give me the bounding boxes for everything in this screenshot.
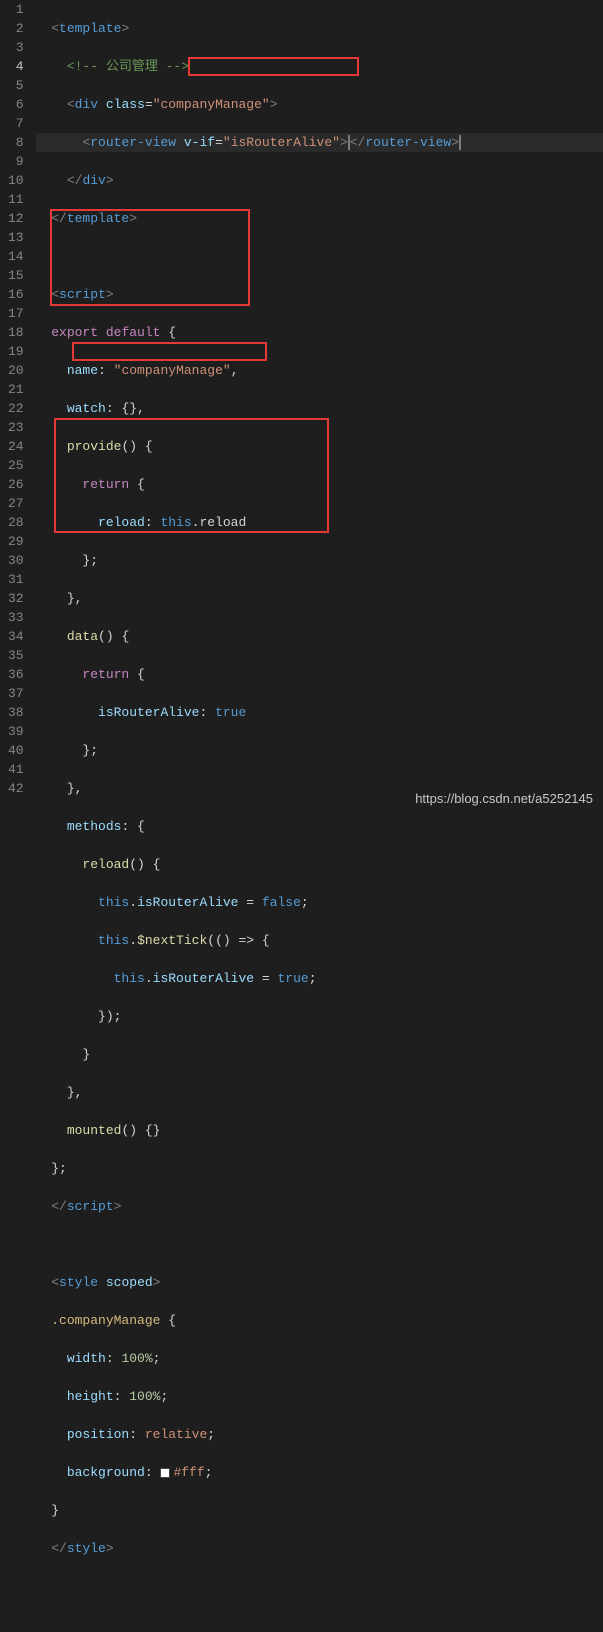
code-line[interactable]: } [36, 1045, 603, 1064]
line-number: 28 [8, 513, 24, 532]
color-swatch-icon [160, 1468, 170, 1478]
code-line[interactable]: }; [36, 551, 603, 570]
code-line[interactable]: reload() { [36, 855, 603, 874]
line-number: 41 [8, 760, 24, 779]
line-number: 35 [8, 646, 24, 665]
line-number: 15 [8, 266, 24, 285]
line-number: 39 [8, 722, 24, 741]
code-line[interactable] [36, 247, 603, 266]
code-line[interactable]: methods: { [36, 817, 603, 836]
code-line[interactable]: this.isRouterAlive = false; [36, 893, 603, 912]
line-number: 23 [8, 418, 24, 437]
code-area[interactable]: <template> <!-- 公司管理 --> <div class="com… [36, 0, 603, 816]
line-number: 32 [8, 589, 24, 608]
code-line[interactable]: width: 100%; [36, 1349, 603, 1368]
code-line[interactable]: mounted() {} [36, 1121, 603, 1140]
line-number: 12 [8, 209, 24, 228]
line-number: 17 [8, 304, 24, 323]
code-line[interactable] [36, 1235, 603, 1254]
code-line[interactable]: <div class="companyManage"> [36, 95, 603, 114]
line-number: 19 [8, 342, 24, 361]
code-line[interactable]: provide() { [36, 437, 603, 456]
code-line[interactable]: export default { [36, 323, 603, 342]
line-number: 31 [8, 570, 24, 589]
line-number: 29 [8, 532, 24, 551]
code-line[interactable]: </script> [36, 1197, 603, 1216]
line-number: 33 [8, 608, 24, 627]
code-line[interactable]: position: relative; [36, 1425, 603, 1444]
code-line[interactable]: isRouterAlive: true [36, 703, 603, 722]
line-number: 8 [8, 133, 24, 152]
line-number: 36 [8, 665, 24, 684]
line-number: 42 [8, 779, 24, 798]
line-number: 13 [8, 228, 24, 247]
cursor [459, 135, 461, 150]
line-number: 30 [8, 551, 24, 570]
line-number: 34 [8, 627, 24, 646]
line-number: 4 [8, 57, 24, 76]
code-line[interactable]: watch: {}, [36, 399, 603, 418]
code-line[interactable]: return { [36, 665, 603, 684]
line-number: 5 [8, 76, 24, 95]
line-number: 27 [8, 494, 24, 513]
code-line[interactable]: }; [36, 741, 603, 760]
code-editor[interactable]: 1234567891011121314151617181920212223242… [0, 0, 603, 816]
line-number: 2 [8, 19, 24, 38]
line-number: 38 [8, 703, 24, 722]
line-number: 25 [8, 456, 24, 475]
code-line[interactable]: }); [36, 1007, 603, 1026]
highlight-box [72, 342, 267, 361]
line-number: 14 [8, 247, 24, 266]
code-line[interactable]: this.isRouterAlive = true; [36, 969, 603, 988]
code-line[interactable]: <style scoped> [36, 1273, 603, 1292]
line-number-gutter: 1234567891011121314151617181920212223242… [0, 0, 36, 816]
line-number: 11 [8, 190, 24, 209]
line-number: 3 [8, 38, 24, 57]
line-number: 20 [8, 361, 24, 380]
line-number: 21 [8, 380, 24, 399]
code-line[interactable] [36, 1577, 603, 1596]
code-line[interactable]: .companyManage { [36, 1311, 603, 1330]
line-number: 10 [8, 171, 24, 190]
line-number: 18 [8, 323, 24, 342]
code-line[interactable]: </template> [36, 209, 603, 228]
code-line[interactable]: <script> [36, 285, 603, 304]
line-number: 1 [8, 0, 24, 19]
code-line[interactable]: return { [36, 475, 603, 494]
line-number: 22 [8, 399, 24, 418]
code-line[interactable]: </div> [36, 171, 603, 190]
line-number: 40 [8, 741, 24, 760]
code-line[interactable]: reload: this.reload [36, 513, 603, 532]
code-line[interactable]: this.$nextTick(() => { [36, 931, 603, 950]
code-line[interactable]: }, [36, 589, 603, 608]
code-line[interactable]: </style> [36, 1539, 603, 1558]
code-line[interactable]: background: #fff; [36, 1463, 603, 1482]
line-number: 24 [8, 437, 24, 456]
code-line[interactable]: }; [36, 1159, 603, 1178]
code-line[interactable]: data() { [36, 627, 603, 646]
watermark-text: https://blog.csdn.net/a5252145 [415, 791, 593, 806]
line-number: 9 [8, 152, 24, 171]
code-line[interactable]: height: 100%; [36, 1387, 603, 1406]
line-number: 7 [8, 114, 24, 133]
line-number: 26 [8, 475, 24, 494]
code-line[interactable]: }, [36, 1083, 603, 1102]
line-number: 6 [8, 95, 24, 114]
code-line[interactable]: <!-- 公司管理 --> [36, 57, 603, 76]
code-line-current[interactable]: <router-view v-if="isRouterAlive"></rout… [36, 133, 603, 152]
line-number: 37 [8, 684, 24, 703]
code-line[interactable]: } [36, 1501, 603, 1520]
code-line[interactable]: name: "companyManage", [36, 361, 603, 380]
code-line[interactable]: <template> [36, 19, 603, 38]
line-number: 16 [8, 285, 24, 304]
